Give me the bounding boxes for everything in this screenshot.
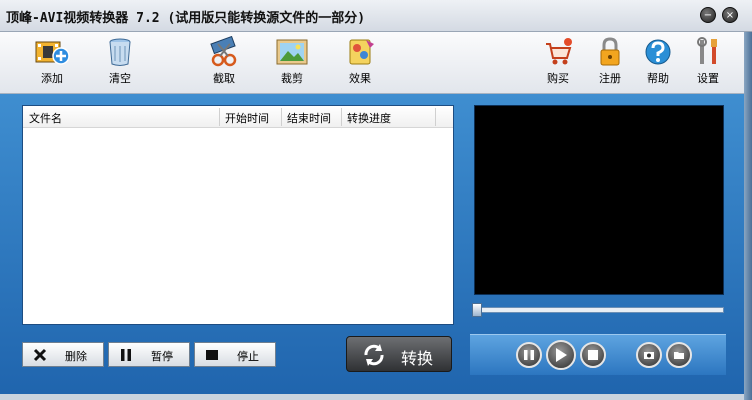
cart-icon [546, 38, 572, 65]
delete-x-icon [33, 348, 47, 362]
close-icon: × [725, 10, 735, 21]
seek-thumb[interactable] [472, 303, 482, 317]
column-start-time[interactable]: 开始时间 [225, 110, 269, 126]
title-bar: 顶峰-AVI视频转换器 7.2 (试用版只能转换源文件的一部分) − × [0, 0, 752, 32]
player-stop-button[interactable] [580, 342, 606, 368]
effects-label: 效果 [349, 72, 371, 85]
player-pause-button[interactable] [516, 342, 542, 368]
column-divider[interactable] [435, 108, 436, 126]
column-progress[interactable]: 转换进度 [347, 110, 391, 126]
window-edge [744, 32, 752, 400]
help-label: 帮助 [647, 72, 669, 85]
stop-label: 停止 [237, 350, 259, 363]
clear-button[interactable]: 清空 [92, 36, 148, 90]
picture-crop-icon [276, 39, 308, 65]
stop-button[interactable]: 停止 [194, 342, 276, 367]
buy-label: 购买 [547, 72, 569, 85]
settings-label: 设置 [697, 72, 719, 85]
snapshot-icon [644, 352, 654, 359]
settings-button[interactable]: 设置 [680, 36, 736, 90]
snapshot-button[interactable] [636, 342, 662, 368]
file-list[interactable]: 文件名 开始时间 结束时间 转换进度 [22, 105, 454, 325]
minimize-button[interactable]: − [700, 7, 716, 23]
convert-arrows-icon [364, 344, 384, 366]
column-end-time[interactable]: 结束时间 [287, 110, 331, 126]
column-divider[interactable] [341, 108, 342, 126]
convert-button[interactable]: 转换 [346, 336, 452, 372]
add-button[interactable]: 添加 [24, 36, 80, 90]
pause-label: 暂停 [151, 350, 173, 363]
clear-bin-icon [109, 38, 131, 66]
minimize-icon: − [703, 10, 713, 21]
clear-label: 清空 [109, 72, 131, 85]
main-panel: 文件名 开始时间 结束时间 转换进度 删除 暂停 停止 转换 [0, 94, 744, 400]
delete-label: 删除 [65, 350, 87, 363]
delete-button[interactable]: 删除 [22, 342, 104, 367]
convert-label: 转换 [401, 349, 434, 368]
pause-icon [121, 349, 131, 361]
film-add-icon [35, 41, 70, 65]
seek-bar[interactable] [472, 303, 724, 317]
toolbar: 添加 清空 截取 裁剪 效果 购买 注册 帮助 设置 [0, 32, 744, 94]
open-folder-icon [674, 352, 684, 359]
crop-button[interactable]: 裁剪 [264, 36, 320, 90]
capture-button[interactable]: 截取 [196, 36, 252, 90]
video-preview [474, 105, 724, 295]
effects-button[interactable]: 效果 [332, 36, 388, 90]
tools-icon [697, 37, 717, 64]
stop-icon [588, 350, 598, 360]
play-icon [556, 348, 567, 362]
help-icon [645, 39, 671, 65]
buy-button[interactable]: 购买 [530, 36, 586, 90]
scissors-icon [210, 36, 237, 67]
window-title: 顶峰-AVI视频转换器 7.2 (试用版只能转换源文件的一部分) [6, 11, 366, 26]
stop-icon [206, 350, 218, 360]
player-controls [470, 334, 726, 375]
status-strip [0, 394, 744, 400]
column-filename[interactable]: 文件名 [29, 110, 62, 126]
column-divider[interactable] [219, 108, 220, 126]
pause-button[interactable]: 暂停 [108, 342, 190, 367]
player-play-button[interactable] [546, 340, 576, 370]
open-folder-button[interactable] [666, 342, 692, 368]
pause-icon [524, 350, 534, 360]
close-button[interactable]: × [722, 7, 738, 23]
add-label: 添加 [41, 72, 63, 85]
capture-label: 截取 [213, 72, 235, 85]
column-divider[interactable] [281, 108, 282, 126]
crop-label: 裁剪 [281, 72, 303, 85]
lock-icon [600, 37, 620, 66]
effects-icon [349, 39, 374, 65]
help-button[interactable]: 帮助 [630, 36, 686, 90]
file-list-header: 文件名 开始时间 结束时间 转换进度 [23, 106, 453, 128]
